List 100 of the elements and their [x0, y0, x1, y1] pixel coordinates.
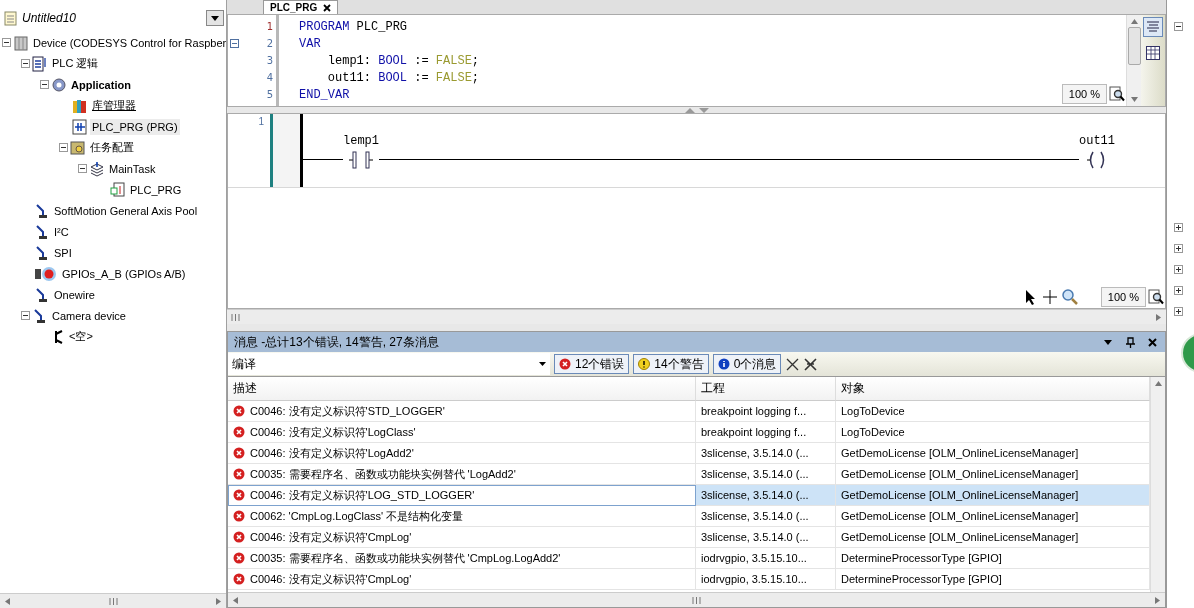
- table-cell: 3slicense, 3.5.14.0 (...: [696, 506, 836, 527]
- task-config-icon: [70, 139, 86, 156]
- tree-item[interactable]: 任务配置: [88, 138, 136, 157]
- clear-all-button[interactable]: [803, 357, 818, 371]
- horizontal-scrollbar[interactable]: [0, 593, 226, 608]
- zoom-icon[interactable]: [1109, 86, 1125, 102]
- zoom-level[interactable]: 100 %: [1100, 287, 1146, 307]
- tree-item[interactable]: Onewire: [52, 286, 97, 303]
- tree-item[interactable]: PLC_PRG (PRG): [90, 118, 180, 135]
- tree-item[interactable]: <空>: [67, 327, 95, 346]
- tree-item[interactable]: PLC_PRG: [128, 181, 184, 198]
- collapse-icon[interactable]: [1174, 22, 1183, 31]
- filter-button[interactable]: 0个消息: [712, 354, 782, 374]
- dropdown-button[interactable]: [206, 10, 224, 26]
- tree-item[interactable]: GPIOs_A_B (GPIOs A/B): [60, 265, 188, 282]
- collapse-icon[interactable]: [59, 143, 68, 152]
- tree-item[interactable]: MainTask: [107, 160, 158, 177]
- coil-symbol[interactable]: [1087, 151, 1107, 169]
- tree-item[interactable]: Camera device: [50, 307, 128, 324]
- collapse-icon[interactable]: [78, 164, 87, 173]
- close-button[interactable]: [1145, 335, 1159, 349]
- expand-icon[interactable]: [1174, 286, 1183, 295]
- grip-icon[interactable]: [231, 313, 240, 321]
- info-icon: [717, 358, 730, 370]
- collapse-icon[interactable]: [21, 311, 30, 320]
- table-cell: breakpoint logging f...: [696, 401, 836, 422]
- error-icon: [233, 468, 245, 480]
- filter-button[interactable]: 12个错误: [554, 354, 630, 374]
- message-text: C0035: 需要程序名、函数或功能块实例替代 'CmpLog.LogAdd2': [250, 550, 561, 566]
- contact-symbol[interactable]: [349, 151, 373, 169]
- connector-icon: [34, 244, 50, 261]
- stack-icon: [89, 160, 105, 177]
- line-number: 1: [266, 21, 273, 32]
- zoom-level[interactable]: 100 %: [1061, 84, 1107, 104]
- grip-icon[interactable]: [692, 596, 701, 604]
- collapse-icon[interactable]: [21, 59, 30, 68]
- move-icon[interactable]: [1040, 288, 1059, 306]
- search-icon[interactable]: [1060, 288, 1079, 306]
- column-header[interactable]: 工程: [696, 377, 836, 401]
- expand-icon[interactable]: [1174, 223, 1183, 232]
- table-cell[interactable]: C0046: 没有定义标识符'STD_LOGGER': [228, 401, 696, 422]
- horizontal-scrollbar[interactable]: [227, 309, 1166, 324]
- up-arrow-icon[interactable]: [1154, 380, 1162, 387]
- collapse-icon[interactable]: [40, 80, 49, 89]
- pin-button[interactable]: [1123, 335, 1137, 349]
- zoom-icon[interactable]: [1148, 289, 1164, 305]
- left-arrow-icon[interactable]: [232, 596, 239, 604]
- collapse-icon[interactable]: [2, 38, 11, 47]
- tree-item[interactable]: 库管理器: [90, 96, 138, 115]
- line-number: 3: [266, 55, 273, 66]
- project-title: Untitled10: [22, 11, 78, 25]
- device-icon: [13, 34, 29, 51]
- expand-icon[interactable]: [1174, 265, 1183, 274]
- table-cell[interactable]: C0046: 没有定义标识符'LOG_STD_LOGGER': [228, 485, 696, 506]
- tree-item[interactable]: Application: [69, 76, 133, 93]
- coil-label: out11: [1079, 134, 1115, 148]
- vertical-scrollbar[interactable]: [1126, 15, 1141, 106]
- clear-button[interactable]: [785, 357, 800, 371]
- right-arrow-icon[interactable]: [1155, 313, 1162, 321]
- table-cell[interactable]: C0035: 需要程序名、函数或功能块实例替代 'CmpLog.LogAdd2': [228, 548, 696, 569]
- table-cell: iodrvgpio, 3.5.15.10...: [696, 569, 836, 590]
- error-icon: [233, 510, 245, 522]
- tree-item[interactable]: SoftMotion General Axis Pool: [52, 202, 200, 219]
- code-line: lemp1: BOOL := FALSE;: [326, 52, 480, 69]
- table-cell[interactable]: C0046: 没有定义标识符'LogAdd2': [228, 443, 696, 464]
- grip-icon[interactable]: [108, 597, 118, 605]
- tree-item[interactable]: PLC 逻辑: [50, 54, 101, 73]
- left-arrow-icon[interactable]: [4, 597, 11, 605]
- vertical-scrollbar[interactable]: [1150, 377, 1165, 592]
- table-cell[interactable]: C0046: 没有定义标识符'CmpLog': [228, 527, 696, 548]
- table-cell: 3slicense, 3.5.14.0 (...: [696, 443, 836, 464]
- column-header[interactable]: 对象: [836, 377, 1150, 401]
- close-icon[interactable]: [323, 3, 332, 12]
- table-view-button[interactable]: [1143, 43, 1163, 63]
- category-dropdown[interactable]: 编译: [228, 353, 550, 375]
- error-icon: [233, 489, 245, 501]
- editor-tab[interactable]: PLC_PRG: [263, 0, 339, 14]
- fold-icon[interactable]: [230, 39, 239, 48]
- caret-icon: [211, 15, 219, 21]
- table-cell[interactable]: C0046: 没有定义标识符'LogClass': [228, 422, 696, 443]
- filter-button[interactable]: 14个警告: [633, 354, 709, 374]
- contact-document-icon: [72, 118, 88, 135]
- horizontal-scrollbar[interactable]: [228, 592, 1165, 607]
- expand-icon[interactable]: [1174, 307, 1183, 316]
- right-arrow-icon[interactable]: [215, 597, 222, 605]
- up-arrow-icon[interactable]: [1130, 18, 1138, 25]
- table-cell[interactable]: C0046: 没有定义标识符'CmpLog': [228, 569, 696, 590]
- down-arrow-icon[interactable]: [1130, 96, 1138, 103]
- tree-item[interactable]: Device (CODESYS Control for Raspber: [31, 34, 226, 51]
- right-arrow-icon[interactable]: [1154, 596, 1161, 604]
- tree-item[interactable]: SPI: [52, 244, 74, 261]
- table-cell: 3slicense, 3.5.14.0 (...: [696, 464, 836, 485]
- table-cell: GetDemoLicense [OLM_OnlineLicenseManager]: [836, 443, 1150, 464]
- tree-item[interactable]: I²C: [52, 223, 71, 240]
- table-cell[interactable]: C0035: 需要程序名、函数或功能块实例替代 'LogAdd2': [228, 464, 696, 485]
- column-header[interactable]: 描述: [228, 377, 696, 401]
- line-number: 4: [266, 72, 273, 83]
- table-cell[interactable]: C0062: 'CmpLog.LogClass' 不是结构化变量: [228, 506, 696, 527]
- expand-icon[interactable]: [1174, 244, 1183, 253]
- text-view-button[interactable]: [1143, 17, 1163, 37]
